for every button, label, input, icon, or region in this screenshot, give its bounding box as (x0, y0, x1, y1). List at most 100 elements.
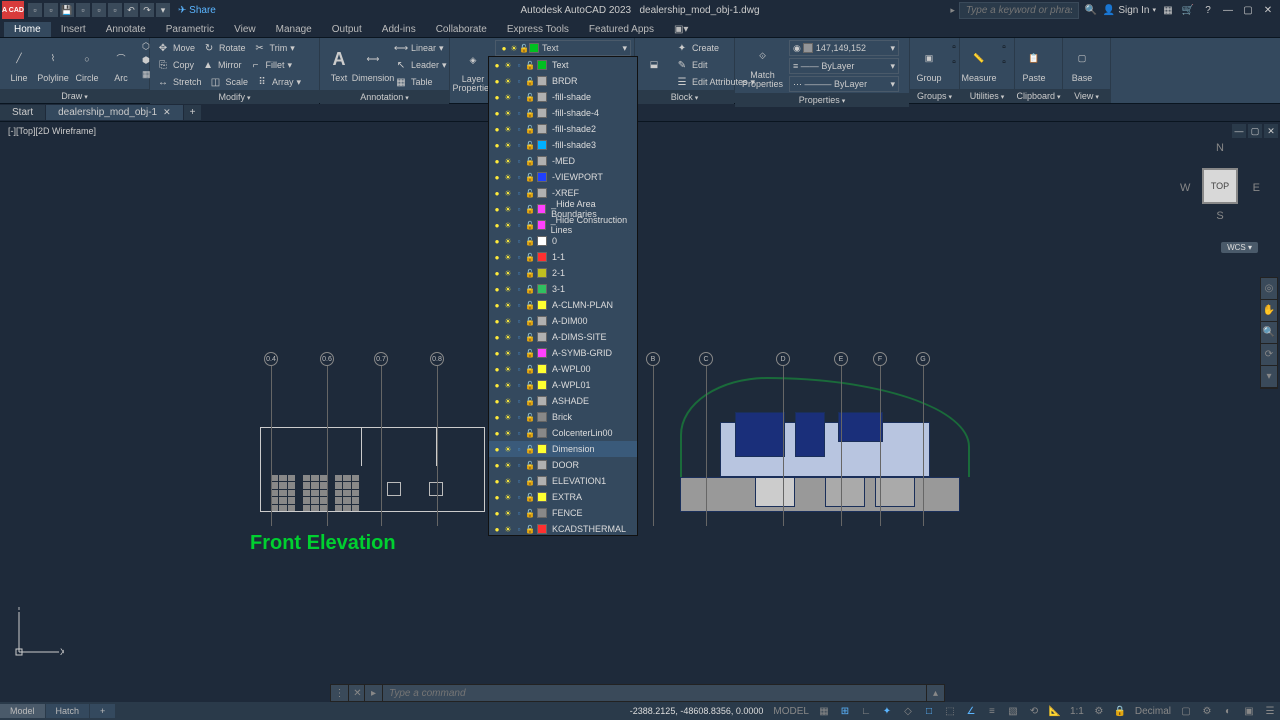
layer-item[interactable]: ●☀▫🔓3-1 (489, 281, 637, 297)
nav-show-icon[interactable]: ▾ (1261, 366, 1277, 388)
trim-button[interactable]: ✂Trim ▾ (250, 40, 298, 56)
layer-item[interactable]: ●☀▫🔓Text (489, 57, 637, 73)
layer-item[interactable]: ●☀▫🔓FENCE (489, 505, 637, 521)
status-cycle-icon[interactable]: ⟲ (1024, 703, 1044, 719)
layer-item[interactable]: ●☀▫🔓-fill-shade2 (489, 121, 637, 137)
status-ortho-icon[interactable]: ∟ (856, 703, 876, 719)
viewcube-north[interactable]: N (1216, 142, 1224, 154)
tab-featuredapps[interactable]: Featured Apps (579, 22, 664, 37)
status-units[interactable]: Decimal (1131, 703, 1175, 719)
measure-button[interactable]: 📏Measure (963, 40, 995, 89)
view-label[interactable]: [-][Top][2D Wireframe] (0, 122, 1280, 140)
doctab-new[interactable]: + (184, 105, 202, 120)
cmdline-expand-icon[interactable]: ▴ (926, 685, 944, 701)
share-button[interactable]: ✈ Share (178, 5, 216, 16)
viewcube[interactable]: N S W E TOP (1180, 142, 1260, 232)
scale-button[interactable]: ◫Scale (206, 74, 252, 90)
status-otrack-icon[interactable]: ∠ (961, 703, 981, 719)
search-icon[interactable]: 🔍 (1083, 2, 1099, 18)
layer-item[interactable]: ●☀▫🔓Dimension (489, 441, 637, 457)
color-combo[interactable]: ◉ 147,149,152▾ (789, 40, 899, 56)
tab-collaborate[interactable]: Collaborate (426, 22, 497, 37)
nav-pan-icon[interactable]: ✋ (1261, 300, 1277, 322)
qat-plot-icon[interactable]: ▫ (108, 3, 122, 17)
layout-model[interactable]: Model (0, 704, 45, 718)
autodesk-app-icon[interactable]: ▦ (1160, 2, 1176, 18)
status-hw-icon[interactable]: ◐ (1218, 703, 1238, 719)
qat-open-icon[interactable]: ▫ (44, 3, 58, 17)
signin-button[interactable]: 👤Sign In ▾ (1103, 5, 1156, 16)
tab-expresstools[interactable]: Express Tools (497, 22, 579, 37)
paste-button[interactable]: 📋Paste (1018, 40, 1050, 89)
tab-addins[interactable]: Add-ins (372, 22, 426, 37)
tab-annotate[interactable]: Annotate (96, 22, 156, 37)
panel-draw-title[interactable]: Draw (0, 89, 149, 103)
layer-item[interactable]: ●☀▫🔓A-DIM00 (489, 313, 637, 329)
insert-block-button[interactable]: ⬓ (638, 40, 670, 90)
panel-modify-title[interactable]: Modify (150, 90, 319, 104)
panel-utilities-title[interactable]: Utilities (960, 89, 1014, 103)
search-input[interactable] (959, 2, 1079, 19)
layer-item[interactable]: ●☀▫🔓2-1 (489, 265, 637, 281)
layer-item[interactable]: ●☀▫🔓-MED (489, 153, 637, 169)
base-button[interactable]: ▢Base (1066, 40, 1098, 89)
arc-button[interactable]: ⌒Arc (105, 40, 137, 89)
maximize-button[interactable]: ▢ (1240, 2, 1256, 18)
status-lw-icon[interactable]: ≡ (982, 703, 1002, 719)
status-osnap-icon[interactable]: □ (919, 703, 939, 719)
group-ext-icon[interactable]: ▫ (947, 40, 961, 54)
layer-item[interactable]: ●☀▫🔓_Hide Construction Lines (489, 217, 637, 233)
panel-annotation-title[interactable]: Annotation (320, 90, 449, 104)
layer-item[interactable]: ●☀▫🔓Brick (489, 409, 637, 425)
nav-orbit-icon[interactable]: ⟳ (1261, 344, 1277, 366)
stretch-button[interactable]: ↔Stretch (153, 74, 205, 90)
status-scale[interactable]: 1:1 (1066, 703, 1088, 719)
copy-button[interactable]: ⎘Copy (153, 57, 197, 73)
match-properties-button[interactable]: ⟐Match Properties (738, 40, 787, 93)
circle-button[interactable]: ○Circle (71, 40, 103, 89)
layer-item[interactable]: ●☀▫🔓-fill-shade-4 (489, 105, 637, 121)
search-arrow-icon[interactable]: ▸ (950, 5, 955, 16)
cmdline-handle-icon[interactable]: ⋮ (330, 684, 348, 702)
layer-item[interactable]: ●☀▫🔓0 (489, 233, 637, 249)
status-polar-icon[interactable]: ✦ (877, 703, 897, 719)
panel-block-title[interactable]: Block (635, 90, 734, 104)
canvas-maximize-icon[interactable]: ▢ (1248, 124, 1262, 138)
array-button[interactable]: ⠿Array ▾ (252, 74, 304, 90)
qat-web-icon[interactable]: ▫ (92, 3, 106, 17)
tab-parametric[interactable]: Parametric (156, 22, 224, 37)
status-clean-icon[interactable]: ▣ (1239, 703, 1259, 719)
status-ws-icon[interactable]: ⚙ (1197, 703, 1217, 719)
status-annoscale-icon[interactable]: 🔒 (1110, 703, 1130, 719)
qat-new-icon[interactable]: ▫ (28, 3, 42, 17)
wcs-label[interactable]: WCS ▾ (1221, 242, 1258, 253)
leader-button[interactable]: ↖Leader ▾ (391, 57, 450, 73)
tab-manage[interactable]: Manage (266, 22, 322, 37)
panel-clipboard-title[interactable]: Clipboard (1015, 89, 1062, 103)
group-ext2-icon[interactable]: ▫ (947, 55, 961, 69)
status-3dosnap-icon[interactable]: ⬚ (940, 703, 960, 719)
layer-item[interactable]: ●☀▫🔓-VIEWPORT (489, 169, 637, 185)
layer-item[interactable]: ●☀▫🔓-fill-shade (489, 89, 637, 105)
layer-item[interactable]: ●☀▫🔓ELEVATION1 (489, 473, 637, 489)
tab-output[interactable]: Output (322, 22, 372, 37)
layer-item[interactable]: ●☀▫🔓1-1 (489, 249, 637, 265)
layer-item[interactable]: ●☀▫🔓ASHADE (489, 393, 637, 409)
layout-add[interactable]: + (90, 704, 115, 718)
status-model-toggle[interactable]: MODEL (769, 703, 813, 719)
cmdline-recent-icon[interactable]: ▸ (365, 685, 383, 701)
lineweight-combo[interactable]: ≡ —— ByLayer▾ (789, 58, 899, 74)
layer-item[interactable]: ●☀▫🔓-fill-shade3 (489, 137, 637, 153)
status-custom-icon[interactable]: ☰ (1260, 703, 1280, 719)
layer-item[interactable]: ●☀▫🔓ColcenterLin00 (489, 425, 637, 441)
panel-groups-title[interactable]: Groups (910, 89, 959, 103)
qat-dropdown-icon[interactable]: ▾ (156, 3, 170, 17)
tab-view[interactable]: View (224, 22, 266, 37)
status-iso-icon[interactable]: ◇ (898, 703, 918, 719)
nav-zoom-icon[interactable]: 🔍 (1261, 322, 1277, 344)
status-gear-icon[interactable]: ⚙ (1089, 703, 1109, 719)
layer-properties-button[interactable]: ◈Layer Properties (453, 40, 493, 101)
close-button[interactable]: ✕ (1260, 2, 1276, 18)
ucs-icon[interactable]: YX (14, 607, 64, 662)
viewcube-south[interactable]: S (1216, 210, 1223, 222)
